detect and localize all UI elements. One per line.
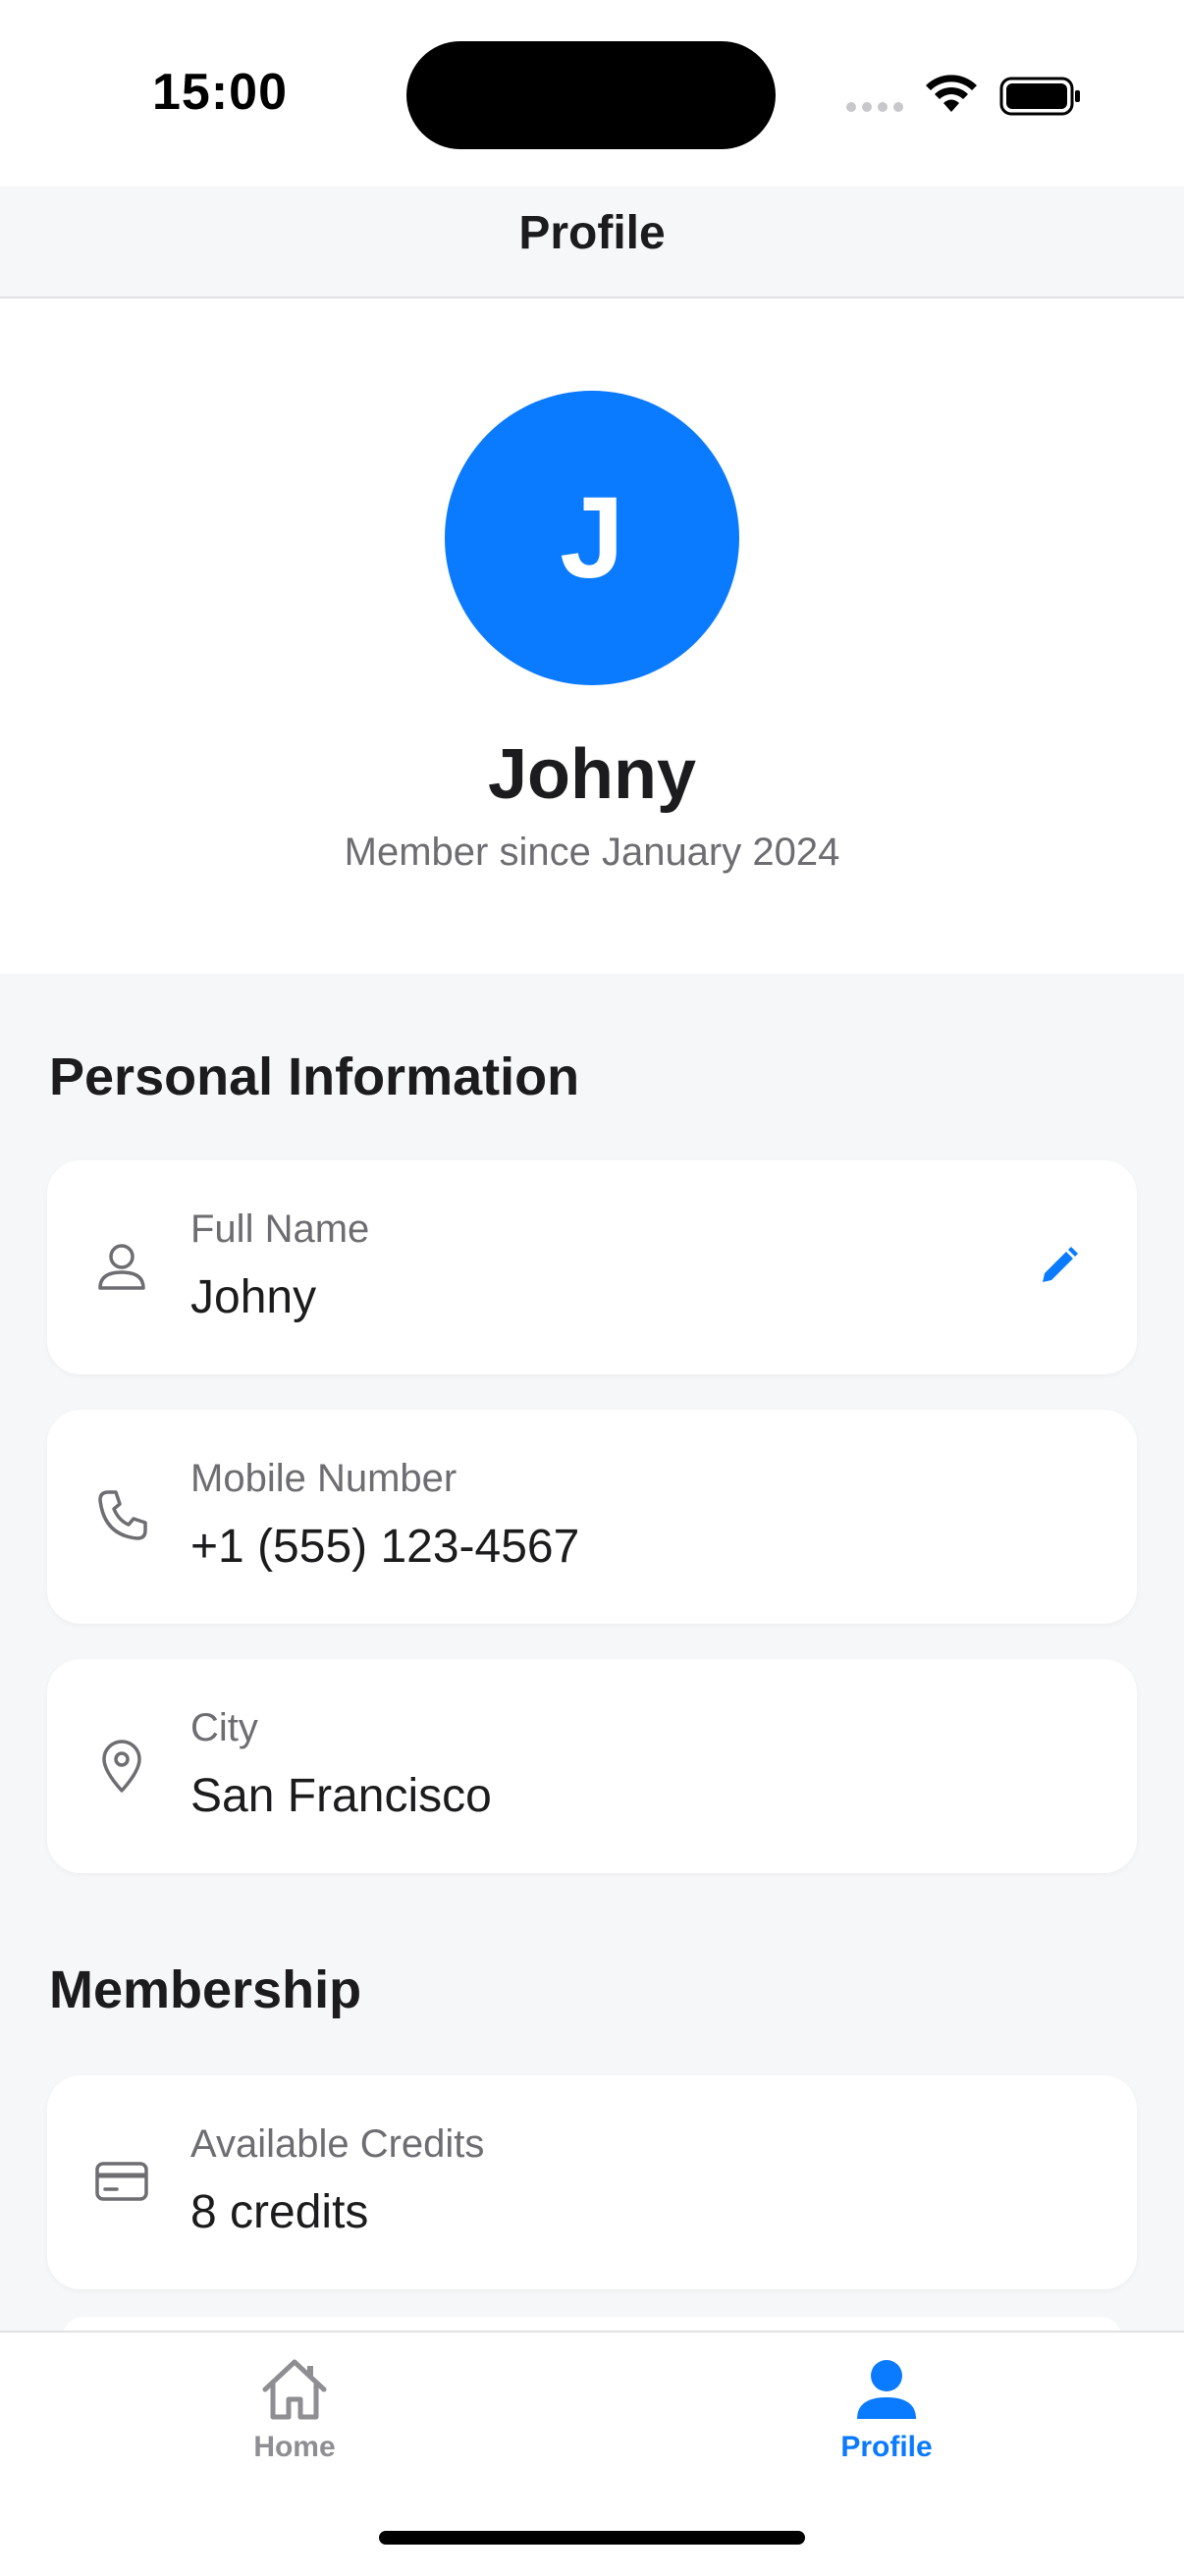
cellular-signal-icon — [846, 102, 903, 112]
credits-card[interactable]: Available Credits 8 credits — [47, 2075, 1137, 2289]
credit-card-icon — [95, 2162, 148, 2201]
dynamic-island — [406, 41, 776, 149]
home-indicator — [379, 2531, 805, 2545]
status-time: 15:00 — [152, 64, 288, 121]
phone-icon — [98, 1490, 147, 1540]
full-name-card[interactable]: Full Name Johny — [47, 1160, 1137, 1374]
full-name-value: Johny — [190, 1271, 317, 1323]
city-label: City — [190, 1706, 258, 1749]
home-icon — [262, 2359, 327, 2420]
edit-name-button[interactable] — [1029, 1237, 1088, 1296]
avatar-initial: J — [560, 473, 624, 603]
mobile-number-value: +1 (555) 123-4567 — [190, 1521, 580, 1573]
battery-icon — [999, 77, 1080, 116]
credits-label: Available Credits — [190, 2122, 485, 2166]
mobile-number-card[interactable]: Mobile Number +1 (555) 123-4567 — [47, 1410, 1137, 1624]
person-fill-icon — [857, 2360, 916, 2419]
profile-name: Johny — [487, 735, 697, 814]
tab-home[interactable]: Home — [147, 2356, 442, 2464]
location-pin-icon — [102, 1740, 141, 1793]
person-icon — [98, 1244, 145, 1290]
city-value: San Francisco — [190, 1770, 492, 1822]
tab-home-label: Home — [253, 2431, 336, 2463]
full-name-label: Full Name — [190, 1208, 370, 1251]
tab-profile-label: Profile — [840, 2431, 933, 2463]
city-card[interactable]: City San Francisco — [47, 1659, 1137, 1873]
section-title-membership: Membership — [49, 1960, 362, 2019]
pencil-icon — [1043, 1247, 1078, 1282]
credits-value: 8 credits — [190, 2186, 369, 2238]
mobile-number-label: Mobile Number — [190, 1457, 457, 1500]
wifi-icon — [926, 75, 977, 112]
page-title: Profile — [518, 207, 666, 259]
avatar[interactable]: J — [445, 391, 739, 685]
section-title-personal: Personal Information — [49, 1047, 580, 1106]
tab-profile[interactable]: Profile — [739, 2356, 1034, 2464]
member-since: Member since January 2024 — [344, 831, 840, 874]
